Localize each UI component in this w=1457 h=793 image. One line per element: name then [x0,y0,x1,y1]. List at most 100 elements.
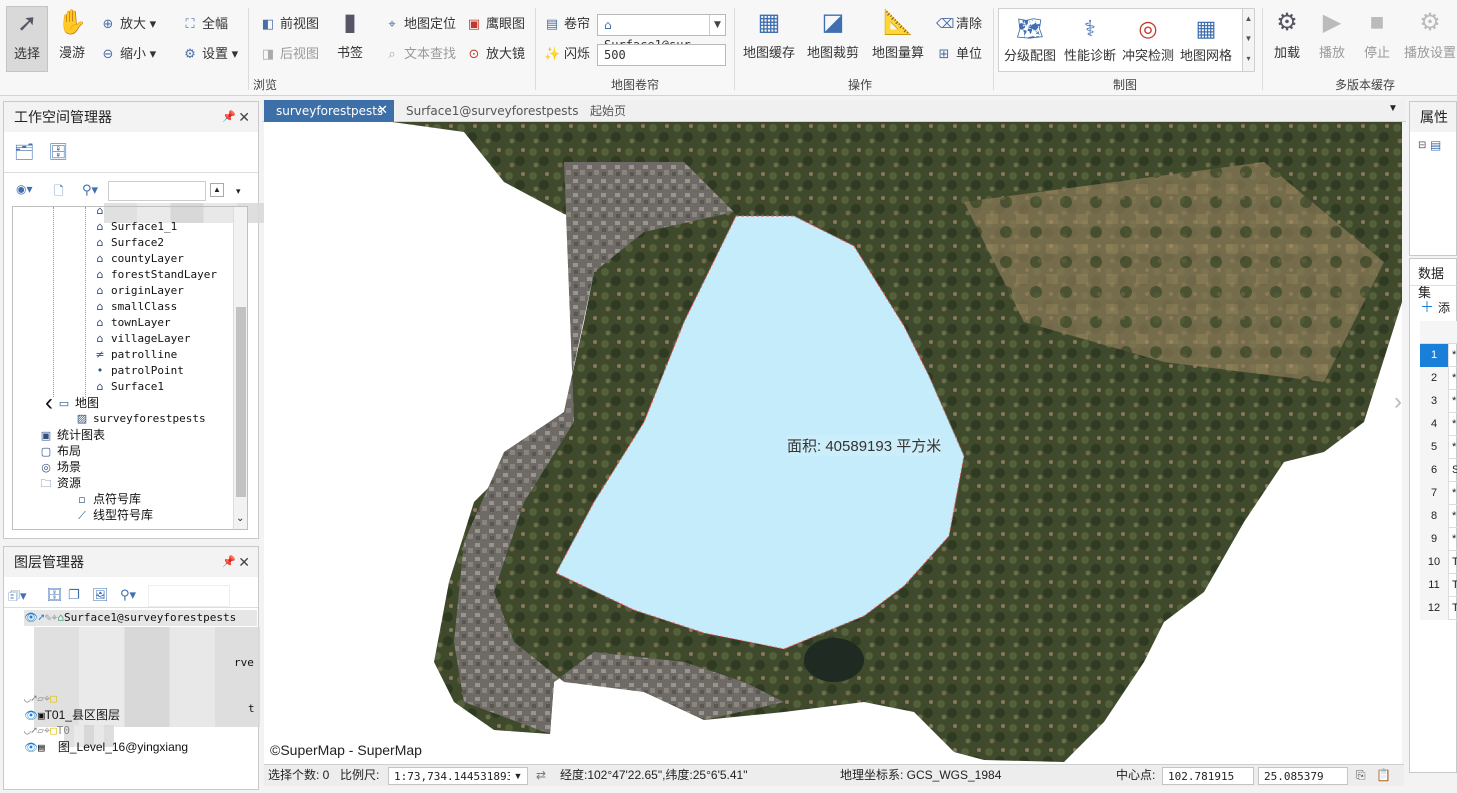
tree-layer-item[interactable]: ≠ patrolline [93,347,177,363]
layer-row[interactable]: ◡➚▱⌖□ [24,691,57,707]
tree-scrollbar[interactable]: ⌄ [233,207,247,529]
flash-interval-input[interactable]: 500 [597,44,726,66]
map-clip-button[interactable]: ◪ 地图裁剪 [804,6,862,61]
map-cache-button[interactable]: ▦ 地图缓存 [740,6,798,61]
selectable-icon[interactable]: ➚ [31,692,38,705]
magnifier-button[interactable]: ⊙ 放大镜 [466,44,525,64]
pin-icon[interactable]: 📌 [222,547,236,577]
open-file-icon[interactable]: 🗋 [54,182,64,203]
next-view-button[interactable]: ◨ 后视图 [260,44,319,64]
view-options-icon[interactable]: ◉▾ [16,182,33,196]
tree-layer-item[interactable]: ⌂ countyLayer [93,251,184,267]
tree-line-symbol-lib[interactable]: ⟋ 线型符号库 [75,507,153,523]
workspace-search-input[interactable] [108,181,206,201]
tree-layer-item[interactable]: ⌂ Surface1 [93,379,164,395]
tab-surface1[interactable]: Surface1@surveyforestpests [394,100,579,122]
tree-layer-item[interactable]: ⌂ villageLayer [93,331,191,347]
table-row[interactable]: 7 * [1420,482,1457,505]
paste-icon[interactable]: 📋 [1376,765,1391,786]
bookmark-button[interactable]: ▮ 书签 [330,6,370,61]
hidden-eye-icon[interactable]: ◡ [24,724,31,737]
tab-list-icon[interactable]: ▼ [1388,103,1398,114]
stop-button[interactable]: ■ 停止 [1358,6,1396,61]
chevron-down-icon[interactable]: ▼ [510,768,526,784]
tree-layer-item[interactable]: ⌂ [93,207,111,219]
tree-layer-item[interactable]: ⌂ forestStandLayer [93,267,217,283]
zoom-out-button[interactable]: ⊖ 缩小 ▾ [100,44,157,64]
layer-row-selected[interactable]: 👁➚✎⌖⌂Surface1@surveyforestpests [24,610,257,626]
tree-layer-item[interactable]: ⌂ Surface1_1 [93,219,178,235]
table-row[interactable]: 1 * [1420,344,1457,367]
collapse-arrow-icon[interactable]: ‹ [45,389,53,417]
search-up-button[interactable]: ▲ [210,183,224,197]
gallery-scroll[interactable]: ▲ ▼ ▾ [1242,8,1255,72]
clear-button[interactable]: ⌫ 清除 [936,14,982,34]
scale-input[interactable]: 1:73,734.1445318936 [388,767,528,785]
layer-row-county[interactable]: 👁▣T01_县区图层 [24,707,120,723]
expand-icon[interactable]: ⊟ [1418,140,1426,151]
layer-style-icon[interactable]: 🗊▾ [8,587,27,609]
hidden-eye-icon[interactable]: ◡ [24,692,31,705]
layer-copy-icon[interactable]: ❐ [68,587,80,603]
swap-icon[interactable]: ⇄ [536,765,546,786]
copy-icon[interactable]: ⎘ [1356,765,1366,786]
table-row[interactable]: 9 * [1420,528,1457,551]
chevron-down-icon[interactable]: ⌄ [236,513,244,524]
table-row[interactable]: 2 * [1420,367,1457,390]
select-button[interactable]: ➚ 选择 [6,6,48,72]
table-row[interactable]: 6S [1420,459,1457,482]
tree-map-item[interactable]: ▨ surveyforestpests [75,411,206,427]
table-row[interactable]: 5 * [1420,436,1457,459]
search-icon[interactable]: ⚲▾ [82,182,98,198]
gallery-item-conflict[interactable]: ◎ 冲突检测 [1119,13,1177,64]
tree-node-maps[interactable]: ▭ 地图 [57,395,99,411]
tree-node-scenes[interactable]: ◎ 场景 [39,459,81,475]
tree-layer-item[interactable]: ⌂ originLayer [93,283,184,299]
datasource-icon[interactable]: 🗄 [48,142,68,162]
prev-view-button[interactable]: ◧ 前视图 [260,14,319,34]
swipe-layer-select[interactable]: ⌂ Surface1@sur...▼ [597,14,726,52]
tab-start-page[interactable]: 起始页 [578,100,658,122]
table-row[interactable]: 12 T [1420,597,1457,620]
layer-search-input[interactable] [148,585,230,607]
pan-button[interactable]: ✋ 漫游 [52,6,92,61]
close-icon[interactable]: ✕ [377,100,388,122]
selectable-icon[interactable]: ➚ [38,611,45,624]
eagle-eye-button[interactable]: ▣ 鹰眼图 [466,14,525,34]
table-row[interactable]: 8 * [1420,505,1457,528]
swipe-button[interactable]: ▤ 卷帘 [544,14,590,34]
tab-surveyforestpests[interactable]: surveyforestpests ✕ [264,100,394,122]
selectable-icon[interactable]: ➚ [31,724,38,737]
visible-eye-icon[interactable]: 👁 [24,741,38,754]
tree-layer-item[interactable]: • patrolPoint [93,363,184,379]
map-canvas[interactable]: 面积: 40589193 平方米 ©SuperMap - SuperMap [264,122,1402,764]
flash-button[interactable]: ✨ 闪烁 [544,44,590,64]
map-locate-button[interactable]: ⌖ 地图定位 [384,14,456,34]
play-settings-button[interactable]: ⚙ 播放设置 [1403,6,1457,61]
center-x-input[interactable]: 102.781915 [1162,767,1254,785]
tree-point-symbol-lib[interactable]: ▫ 点符号库 [75,491,141,507]
pin-icon[interactable]: 📌 [222,102,236,132]
layer-row[interactable]: ◡➚▱⌖□T0 [24,723,70,739]
tree-node-layouts[interactable]: ▢ 布局 [39,443,81,459]
layer-image-icon[interactable]: 🖼 [92,587,109,603]
table-row[interactable]: 11 T [1420,574,1457,597]
play-button[interactable]: ▶ 播放 [1313,6,1351,61]
table-row[interactable]: 4 * [1420,413,1457,436]
add-data-icon[interactable]: 🗄 [46,587,63,603]
visible-eye-icon[interactable]: 👁 [24,611,38,624]
tree-layer-item[interactable]: ⌂ townLayer [93,315,171,331]
close-icon[interactable]: ✕ [238,547,250,577]
add-icon[interactable]: ＋ [1420,297,1434,317]
load-button[interactable]: ⚙ 加载 [1268,6,1306,61]
full-extent-button[interactable]: ⛶ 全幅 [182,14,228,34]
tree-node-resources[interactable]: 🗀 资源 [39,475,82,491]
tree-node-charts[interactable]: ▣ 统计图表 [39,427,105,443]
workspace-tree-icon[interactable]: 🗂 [14,142,34,162]
gallery-item-performance[interactable]: ⚕ 性能诊断 [1061,13,1119,64]
center-y-input[interactable]: 25.085379 [1258,767,1348,785]
layer-row-image[interactable]: 👁▤ 图_Level_16@yingxiang [24,739,188,755]
visible-eye-icon[interactable]: 👁 [24,709,38,722]
next-arrow-icon[interactable]: › [1394,388,1402,416]
table-row[interactable]: 10 T [1420,551,1457,574]
